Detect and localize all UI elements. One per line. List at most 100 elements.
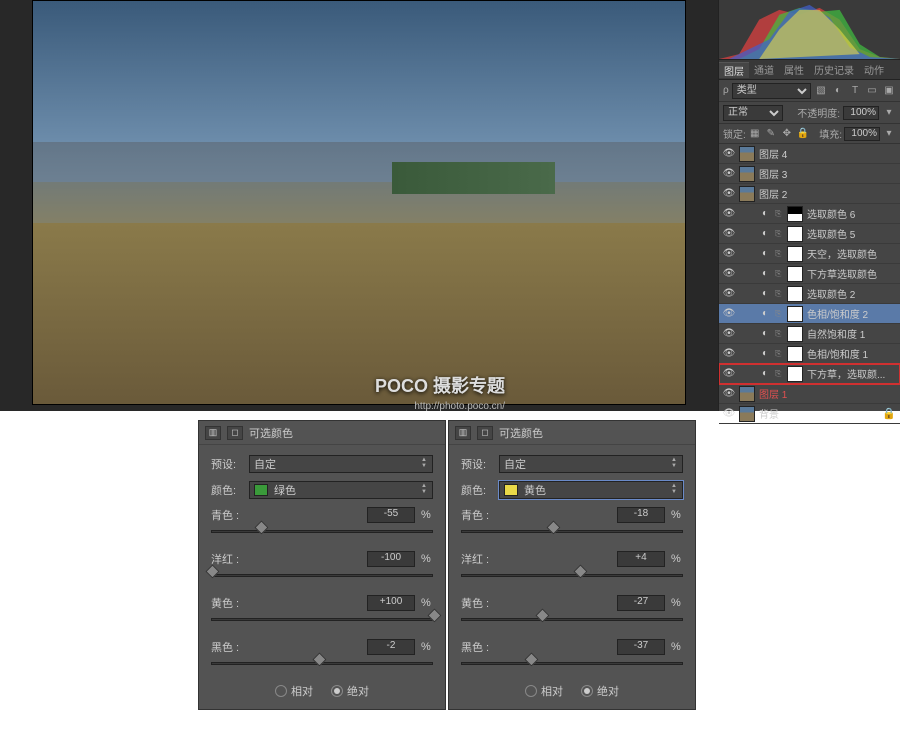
preset-select-b[interactable]: 自定▲▼	[499, 455, 683, 473]
filter-text-icon[interactable]: T	[848, 84, 862, 98]
visibility-toggle-icon[interactable]: 👁	[723, 208, 735, 220]
visibility-toggle-icon[interactable]: 👁	[723, 388, 735, 400]
layer-thumb[interactable]	[739, 406, 755, 422]
visibility-toggle-icon[interactable]: 👁	[723, 348, 735, 360]
layer-row-11[interactable]: 👁◐⎘下方草，选取颜...	[719, 364, 900, 384]
color-select-b[interactable]: 黄色▲▼	[499, 481, 683, 499]
layer-thumb[interactable]	[739, 186, 755, 202]
slider-value[interactable]: -100	[367, 551, 415, 567]
tab-properties[interactable]: 属性	[779, 62, 809, 77]
layer-thumb[interactable]	[739, 166, 755, 182]
histogram-panel[interactable]	[719, 0, 900, 60]
slider-track[interactable]	[461, 569, 683, 583]
layer-mask-thumb[interactable]	[787, 286, 803, 302]
tab-layers[interactable]: 图层	[719, 62, 749, 78]
slider-value[interactable]: -37	[617, 639, 665, 655]
layer-name[interactable]: 下方草选取颜色	[807, 266, 877, 281]
layer-thumb[interactable]	[739, 386, 755, 402]
slider-value[interactable]: -18	[617, 507, 665, 523]
visibility-toggle-icon[interactable]: 👁	[723, 148, 735, 160]
layer-name[interactable]: 天空，选取颜色	[807, 246, 877, 261]
filter-shape-icon[interactable]: ▭	[865, 84, 879, 98]
layer-row-3[interactable]: 👁◐⎘选取颜色 6	[719, 204, 900, 224]
layer-row-0[interactable]: 👁 图层 4	[719, 144, 900, 164]
slider-track[interactable]	[211, 525, 433, 539]
slider-track[interactable]	[211, 613, 433, 627]
slider-value[interactable]: +4	[617, 551, 665, 567]
layer-mask-thumb[interactable]	[787, 226, 803, 242]
layer-name[interactable]: 自然饱和度 1	[807, 326, 865, 341]
lock-all-icon[interactable]: 🔒	[796, 127, 810, 141]
layer-row-5[interactable]: 👁◐⎘天空，选取颜色	[719, 244, 900, 264]
layer-name[interactable]: 图层 1	[759, 386, 787, 401]
visibility-toggle-icon[interactable]: 👁	[723, 368, 735, 380]
layer-mask-thumb[interactable]	[787, 306, 803, 322]
slider-value[interactable]: +100	[367, 595, 415, 611]
layers-list[interactable]: 👁 图层 4 👁 图层 3 👁 图层 2 👁◐⎘选取颜色 6👁◐⎘选取颜色 5👁◐⎘天空，选…	[719, 144, 900, 424]
radio-relative-b[interactable]: 相对	[525, 683, 563, 699]
visibility-toggle-icon[interactable]: 👁	[723, 248, 735, 260]
radio-absolute-b[interactable]: 绝对	[581, 683, 619, 699]
visibility-toggle-icon[interactable]: 👁	[723, 288, 735, 300]
blend-mode-select[interactable]: 正常	[723, 105, 783, 121]
slider-value[interactable]: -55	[367, 507, 415, 523]
layer-row-7[interactable]: 👁◐⎘选取颜色 2	[719, 284, 900, 304]
filter-adjust-icon[interactable]: ◐	[831, 84, 845, 98]
filter-pixel-icon[interactable]: ▧	[814, 84, 828, 98]
layer-mask-thumb[interactable]	[787, 346, 803, 362]
filter-smart-icon[interactable]: ▣	[882, 84, 896, 98]
layer-mask-thumb[interactable]	[787, 206, 803, 222]
layer-mask-thumb[interactable]	[787, 266, 803, 282]
panel-icon-b[interactable]: ▥	[455, 426, 471, 440]
layer-name[interactable]: 选取颜色 5	[807, 226, 855, 241]
panel-mask-icon-b[interactable]: ◻	[477, 426, 493, 440]
tab-channels[interactable]: 通道	[749, 62, 779, 77]
layer-name[interactable]: 色相/饱和度 2	[807, 306, 868, 321]
layer-row-13[interactable]: 👁背景🔒	[719, 404, 900, 424]
layer-row-12[interactable]: 👁 图层 1	[719, 384, 900, 404]
panel-mask-icon-a[interactable]: ◻	[227, 426, 243, 440]
panel-icon-a[interactable]: ▥	[205, 426, 221, 440]
layer-row-8[interactable]: 👁◐⎘色相/饱和度 2	[719, 304, 900, 324]
layer-row-4[interactable]: 👁◐⎘选取颜色 5	[719, 224, 900, 244]
layer-row-6[interactable]: 👁◐⎘下方草选取颜色	[719, 264, 900, 284]
layer-name[interactable]: 背景	[759, 406, 779, 421]
fill-value[interactable]: 100%	[844, 127, 880, 141]
document-canvas[interactable]: POCO 摄影专题 http://photo.poco.cn/	[32, 0, 686, 405]
layer-name[interactable]: 下方草，选取颜...	[807, 366, 885, 381]
fill-chevron-icon[interactable]: ▾	[882, 127, 896, 141]
visibility-toggle-icon[interactable]: 👁	[723, 268, 735, 280]
slider-track[interactable]	[461, 613, 683, 627]
color-select-a[interactable]: 绿色▲▼	[249, 481, 433, 499]
opacity-value[interactable]: 100%	[843, 106, 879, 120]
layer-mask-thumb[interactable]	[787, 326, 803, 342]
layer-mask-thumb[interactable]	[787, 366, 803, 382]
slider-track[interactable]	[211, 657, 433, 671]
layer-name[interactable]: 图层 3	[759, 166, 787, 181]
layer-row-1[interactable]: 👁 图层 3	[719, 164, 900, 184]
visibility-toggle-icon[interactable]: 👁	[723, 188, 735, 200]
layer-row-2[interactable]: 👁 图层 2	[719, 184, 900, 204]
layer-name[interactable]: 图层 4	[759, 146, 787, 161]
preset-select-a[interactable]: 自定▲▼	[249, 455, 433, 473]
visibility-toggle-icon[interactable]: 👁	[723, 228, 735, 240]
visibility-toggle-icon[interactable]: 👁	[723, 308, 735, 320]
slider-value[interactable]: -2	[367, 639, 415, 655]
lock-transparency-icon[interactable]: ▦	[748, 127, 762, 141]
layer-name[interactable]: 图层 2	[759, 186, 787, 201]
layer-name[interactable]: 色相/饱和度 1	[807, 346, 868, 361]
layer-name[interactable]: 选取颜色 6	[807, 206, 855, 221]
tab-history[interactable]: 历史记录	[809, 62, 859, 77]
opacity-chevron-icon[interactable]: ▾	[882, 106, 896, 120]
slider-value[interactable]: -27	[617, 595, 665, 611]
layer-mask-thumb[interactable]	[787, 246, 803, 262]
slider-track[interactable]	[461, 525, 683, 539]
tab-actions[interactable]: 动作	[859, 62, 889, 77]
layer-row-10[interactable]: 👁◐⎘色相/饱和度 1	[719, 344, 900, 364]
radio-relative-a[interactable]: 相对	[275, 683, 313, 699]
visibility-toggle-icon[interactable]: 👁	[723, 168, 735, 180]
layer-thumb[interactable]	[739, 146, 755, 162]
radio-absolute-a[interactable]: 绝对	[331, 683, 369, 699]
layer-filter-select[interactable]: 类型	[732, 83, 811, 99]
slider-track[interactable]	[461, 657, 683, 671]
